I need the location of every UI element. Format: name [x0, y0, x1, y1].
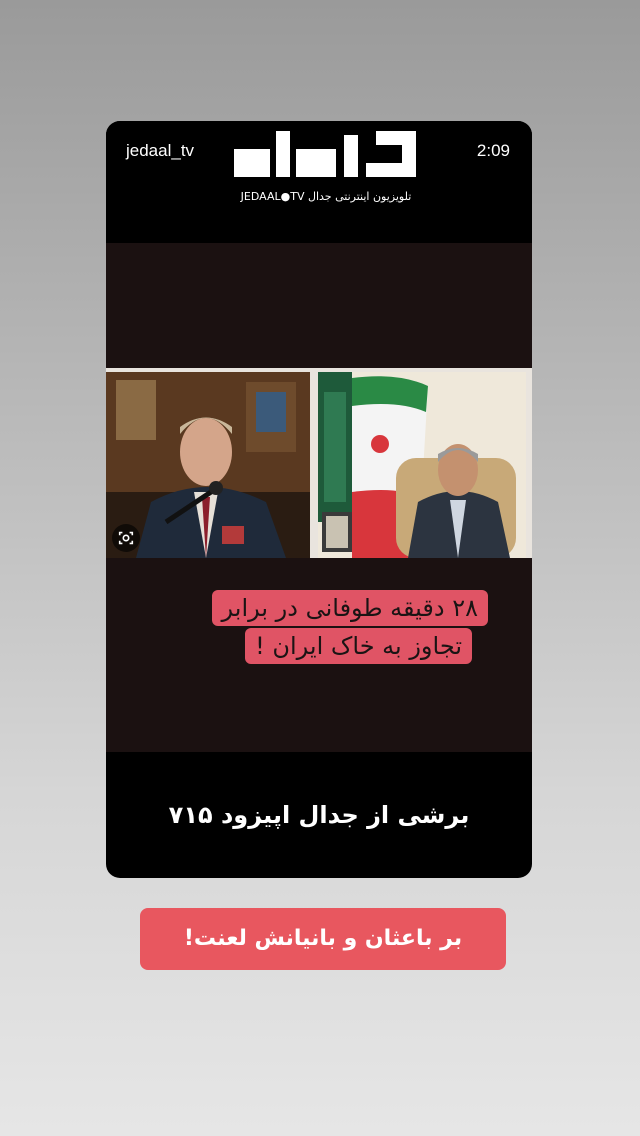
post-header: jedaal_tv 2:09 تلویزیون اینترنتی جدال JE…: [106, 121, 532, 243]
story-caption: بر باعثان و بانیانش لعنت!: [140, 908, 506, 970]
headline-band: ۲۸ دقیقه طوفانی در برابر تجاوز به خاک ای…: [106, 558, 532, 752]
jedaal-wordmark-logo: [234, 131, 416, 177]
headline-line-1: ۲۸ دقیقه طوفانی در برابر: [211, 590, 488, 626]
visual-search-button[interactable]: [112, 524, 140, 552]
logo-tagline: تلویزیون اینترنتی جدال JEDAAL●TV: [240, 190, 412, 203]
story-timestamp: 2:09: [476, 141, 510, 160]
guest-photo: [318, 372, 526, 558]
headline-line-2: تجاوز به خاک ایران !: [245, 628, 472, 664]
jedaal-logo: تلویزیون اینترنتی جدال JEDAAL●TV: [226, 125, 426, 213]
episode-title: برشی از جدال اپیزود ۷۱۵: [168, 801, 470, 829]
video-frame: [106, 368, 532, 558]
video-top-band: [106, 243, 532, 368]
account-username[interactable]: jedaal_tv: [126, 141, 194, 161]
headline: ۲۸ دقیقه طوفانی در برابر تجاوز به خاک ای…: [211, 590, 488, 664]
story-post-card: jedaal_tv 2:09 تلویزیون اینترنتی جدال JE…: [106, 121, 532, 878]
camera-lens-icon: [118, 531, 134, 545]
